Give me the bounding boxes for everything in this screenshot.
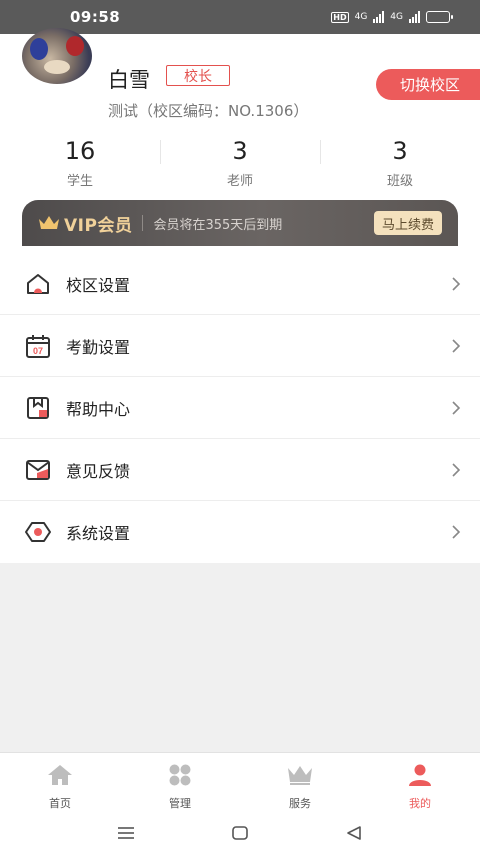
tab-manage[interactable]: 管理 [120, 753, 240, 812]
status-icons: HD 4G 4G [331, 11, 453, 23]
tab-service[interactable]: 服务 [240, 753, 360, 812]
settings-menu: 校区设置 07 考勤设置 帮助中心 意见反馈 系统设置 [0, 253, 480, 563]
stat-students[interactable]: 16 学生 [0, 136, 160, 192]
menu-item-label: 帮助中心 [66, 399, 131, 419]
menu-item-label: 意见反馈 [66, 461, 131, 481]
tab-label: 服务 [289, 797, 311, 810]
tab-label: 管理 [169, 797, 191, 810]
home-square-icon[interactable] [228, 824, 252, 842]
menu-item-feedback[interactable]: 意见反馈 [0, 439, 480, 501]
envelope-icon [24, 456, 52, 484]
chevron-right-icon [452, 462, 461, 477]
tab-label: 我的 [409, 797, 431, 810]
battery-icon [426, 11, 453, 23]
menu-item-help-center[interactable]: 帮助中心 [0, 377, 480, 439]
crown-icon [39, 216, 59, 229]
signal-icon-2 [409, 11, 420, 23]
stat-value: 16 [64, 137, 96, 165]
menu-item-campus-settings[interactable]: 校区设置 [0, 253, 480, 315]
stat-teachers[interactable]: 3 老师 [160, 136, 320, 192]
chevron-right-icon [452, 338, 461, 353]
network-type-label: 4G [354, 12, 368, 22]
menu-item-label: 校区设置 [66, 275, 131, 295]
chevron-right-icon [452, 276, 461, 291]
settings-icon [24, 518, 52, 546]
renew-button[interactable]: 马上续费 [373, 211, 442, 235]
crown-icon [286, 763, 314, 787]
network-type-label-2: 4G [390, 12, 403, 22]
chevron-right-icon [452, 400, 461, 415]
house-icon [24, 270, 52, 298]
tab-label: 首页 [49, 797, 71, 810]
stats-row: 16 学生 3 老师 3 班级 [0, 136, 480, 192]
stat-value: 3 [392, 137, 408, 165]
avatar[interactable] [22, 28, 92, 84]
system-nav-bar [0, 812, 480, 853]
signal-icon [373, 11, 385, 23]
menu-item-label: 考勤设置 [66, 337, 131, 357]
user-name: 白雪 [108, 68, 150, 92]
vip-expire-text: 会员将在355天后到期 [153, 217, 283, 233]
menu-item-system-settings[interactable]: 系统设置 [0, 501, 480, 563]
status-time: 09:58 [70, 8, 121, 26]
menu-icon[interactable] [114, 824, 138, 842]
svg-text:07: 07 [33, 346, 43, 356]
stat-label: 班级 [386, 174, 413, 189]
campus-info: 测试（校区编码：NO.1306） [108, 102, 309, 120]
help-icon [24, 394, 52, 422]
user-icon [406, 763, 434, 787]
calendar-icon: 07 [24, 332, 52, 360]
hd-badge: HD [331, 11, 349, 23]
grid-icon [166, 763, 194, 787]
vip-title: VIP会员 [64, 215, 133, 236]
stat-classes[interactable]: 3 班级 [320, 136, 480, 192]
stat-label: 学生 [66, 174, 93, 189]
vip-card: VIP会员 会员将在355天后到期 马上续费 [22, 200, 458, 246]
menu-item-attendance-settings[interactable]: 07 考勤设置 [0, 315, 480, 377]
back-triangle-icon[interactable] [342, 824, 366, 842]
menu-item-label: 系统设置 [66, 524, 131, 543]
status-bar: 09:58 HD 4G 4G [0, 0, 480, 34]
chevron-right-icon [452, 525, 461, 539]
home-icon [46, 763, 74, 787]
bottom-tab-bar: 首页 管理 服务 我的 [0, 752, 480, 812]
role-badge: 校长 [166, 65, 230, 86]
tab-home[interactable]: 首页 [0, 753, 120, 812]
switch-campus-button[interactable]: 切换校区 [376, 69, 480, 100]
stat-value: 3 [232, 137, 248, 165]
tab-mine[interactable]: 我的 [360, 753, 480, 812]
stat-label: 老师 [226, 174, 253, 189]
vip-divider [142, 215, 144, 231]
